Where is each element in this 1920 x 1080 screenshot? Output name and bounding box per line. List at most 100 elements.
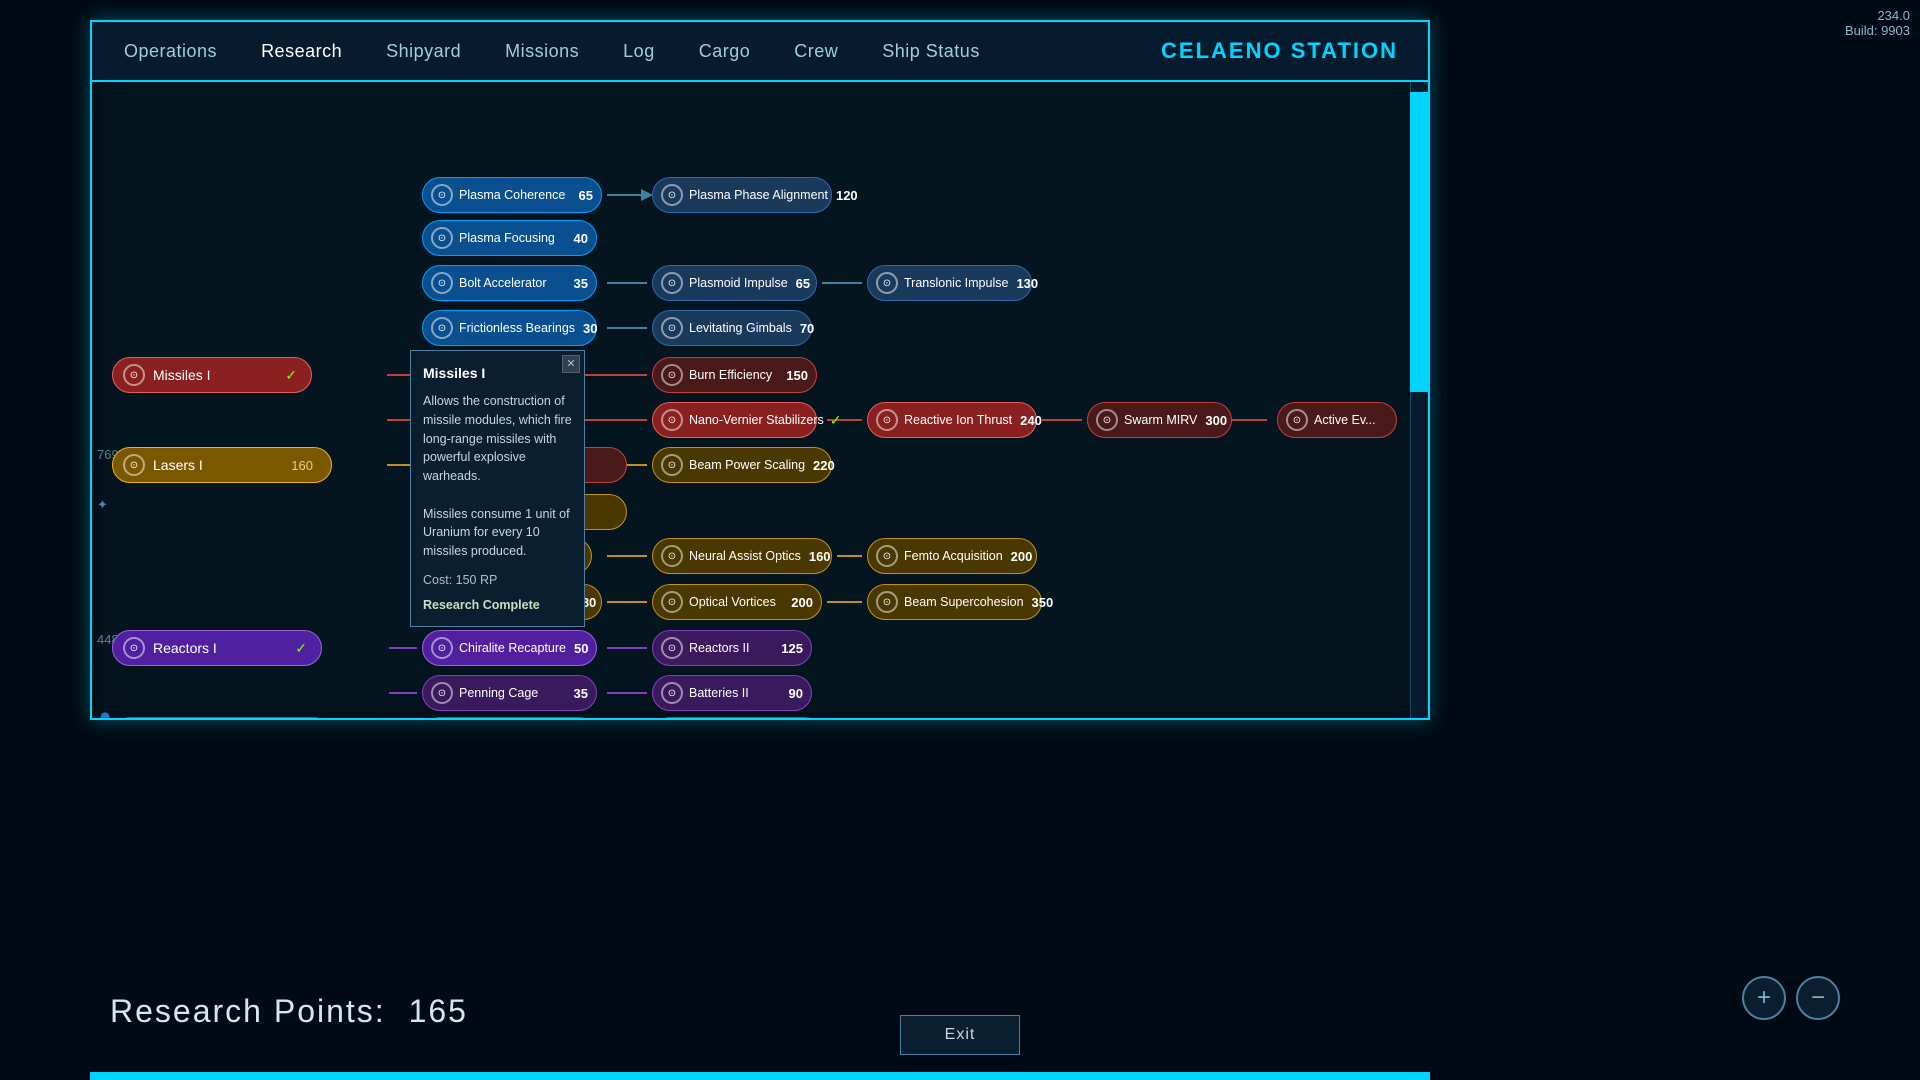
levitating-gimbals-label: Levitating Gimbals <box>689 321 792 335</box>
y-label-star: ✦ <box>97 497 108 513</box>
lasers-cost: 160 <box>291 458 321 473</box>
y-label-person: 👤 <box>97 712 113 718</box>
nav-research[interactable]: Research <box>239 33 364 70</box>
zoom-out-button[interactable]: − <box>1796 976 1840 1020</box>
plasma-focusing-icon: ⊙ <box>431 227 453 249</box>
active-ev-label: Active Ev... <box>1314 413 1388 427</box>
plasma-coherence-icon: ⊙ <box>431 184 453 206</box>
node-chiralite-recapture[interactable]: ⊙ Chiralite Recapture 50 <box>422 630 597 666</box>
nav-crew[interactable]: Crew <box>772 33 860 70</box>
optical-vortices-cost: 200 <box>791 595 813 610</box>
category-tractor[interactable]: ⊙ Tractor Beam Collimator 15 <box>112 717 332 718</box>
plasmoid-impulse-cost: 65 <box>796 276 810 291</box>
nav-shipyard[interactable]: Shipyard <box>364 33 483 70</box>
research-points-display: Research Points: 165 <box>110 993 468 1030</box>
batteries-ii-cost: 90 <box>789 686 803 701</box>
node-levitating-gimbals[interactable]: ⊙ Levitating Gimbals 70 <box>652 310 812 346</box>
build-display: Build: 9903 <box>1845 23 1910 38</box>
node-penning-cage[interactable]: ⊙ Penning Cage 35 <box>422 675 597 711</box>
node-active-ev[interactable]: ⊙ Active Ev... <box>1277 402 1397 438</box>
scroll-thumb[interactable] <box>1410 92 1428 392</box>
category-reactors[interactable]: ⊙ Reactors I ✓ <box>112 630 322 666</box>
zoom-in-button[interactable]: + <box>1742 976 1786 1020</box>
node-strange-attractors[interactable]: ⊙ Strange Attractors 35 <box>422 717 597 718</box>
node-plasma-focusing[interactable]: ⊙ Plasma Focusing 40 <box>422 220 597 256</box>
burn-efficiency-label: Burn Efficiency <box>689 368 778 382</box>
node-reactors-ii[interactable]: ⊙ Reactors II 125 <box>652 630 812 666</box>
plasma-coherence-cost: 65 <box>579 188 593 203</box>
node-burn-efficiency[interactable]: ⊙ Burn Efficiency 150 <box>652 357 817 393</box>
reactive-ion-thrust-label: Reactive Ion Thrust <box>904 413 1012 427</box>
tooltip-title: Missiles I <box>423 363 572 384</box>
tooltip-close-button[interactable]: ✕ <box>562 355 580 373</box>
beam-power-scaling-label: Beam Power Scaling <box>689 458 805 472</box>
nav-ship-status[interactable]: Ship Status <box>860 33 1002 70</box>
chiralite-recapture-label: Chiralite Recapture <box>459 641 566 655</box>
burn-efficiency-cost: 150 <box>786 368 808 383</box>
swarm-mirv-cost: 300 <box>1205 413 1227 428</box>
translonic-impulse-label: Translonic Impulse <box>904 276 1008 290</box>
node-batteries-ii[interactable]: ⊙ Batteries II 90 <box>652 675 812 711</box>
burn-efficiency-icon: ⊙ <box>661 364 683 386</box>
optical-vortices-icon: ⊙ <box>661 591 683 613</box>
plasma-focusing-label: Plasma Focusing <box>459 231 566 245</box>
femto-acquisition-cost: 200 <box>1011 549 1033 564</box>
plasma-phase-label: Plasma Phase Alignment <box>689 188 828 202</box>
category-lasers[interactable]: ⊙ Lasers I 160 <box>112 447 332 483</box>
swarm-mirv-label: Swarm MIRV <box>1124 413 1197 427</box>
node-translonic-impulse[interactable]: ⊙ Translonic Impulse 130 <box>867 265 1032 301</box>
node-frictionless-bearings[interactable]: ⊙ Frictionless Bearings 30 <box>422 310 597 346</box>
plasma-phase-cost: 120 <box>836 188 858 203</box>
node-optical-vortices[interactable]: ⊙ Optical Vortices 200 <box>652 584 822 620</box>
translonic-impulse-cost: 130 <box>1016 276 1038 291</box>
nano-vernier-label: Nano-Vernier Stabilizers <box>689 413 824 427</box>
levitating-gimbals-icon: ⊙ <box>661 317 683 339</box>
nav-missions[interactable]: Missions <box>483 33 601 70</box>
node-plasmoid-impulse[interactable]: ⊙ Plasmoid Impulse 65 <box>652 265 817 301</box>
reactors-icon: ⊙ <box>123 637 145 659</box>
frictionless-bearings-icon: ⊙ <box>431 317 453 339</box>
bolt-accelerator-icon: ⊙ <box>431 272 453 294</box>
nav-cargo[interactable]: Cargo <box>677 33 773 70</box>
station-title: CELAENO STATION <box>1161 38 1418 64</box>
plasma-coherence-label: Plasma Coherence <box>459 188 571 202</box>
reactors-label: Reactors I <box>153 640 217 656</box>
node-bolt-accelerator[interactable]: ⊙ Bolt Accelerator 35 <box>422 265 597 301</box>
beam-supercohesion-cost: 350 <box>1032 595 1054 610</box>
node-reactive-ion-thrust[interactable]: ⊙ Reactive Ion Thrust 240 <box>867 402 1037 438</box>
lasers-label: Lasers I <box>153 457 203 473</box>
nav-bar: Operations Research Shipyard Missions Lo… <box>92 22 1428 82</box>
neural-assist-optics-icon: ⊙ <box>661 545 683 567</box>
reactors-ii-cost: 125 <box>781 641 803 656</box>
reactors-ii-icon: ⊙ <box>661 637 683 659</box>
node-plasma-phase[interactable]: ⊙ Plasma Phase Alignment 120 <box>652 177 832 213</box>
reactive-ion-thrust-cost: 240 <box>1020 413 1042 428</box>
coords-display: 234.0 <box>1845 8 1910 23</box>
node-beam-power-scaling[interactable]: ⊙ Beam Power Scaling 220 <box>652 447 832 483</box>
tooltip-body1: Allows the construction of missile modul… <box>423 392 572 486</box>
tooltip-missiles-i: ✕ Missiles I Allows the construction of … <box>410 350 585 627</box>
tooltip-body2: Missiles consume 1 unit of Uranium for e… <box>423 505 572 561</box>
rp-label: Research Points: <box>110 993 386 1029</box>
node-femto-acquisition[interactable]: ⊙ Femto Acquisition 200 <box>867 538 1037 574</box>
tooltip-cost: Cost: 150 RP <box>423 571 572 590</box>
node-nano-vernier[interactable]: ⊙ Nano-Vernier Stabilizers ✓ <box>652 402 817 438</box>
node-neural-assist-optics[interactable]: ⊙ Neural Assist Optics 160 <box>652 538 832 574</box>
tree-container: 769 ✦ 448 👤 <box>92 82 1410 718</box>
reactive-ion-thrust-icon: ⊙ <box>876 409 898 431</box>
exit-button[interactable]: Exit <box>900 1015 1020 1055</box>
node-plasma-coherence[interactable]: ⊙ Plasma Coherence 65 <box>422 177 602 213</box>
main-panel: Operations Research Shipyard Missions Lo… <box>90 20 1430 720</box>
bolt-accelerator-label: Bolt Accelerator <box>459 276 566 290</box>
node-swarm-mirv[interactable]: ⊙ Swarm MIRV 300 <box>1087 402 1232 438</box>
node-beam-supercohesion[interactable]: ⊙ Beam Supercohesion 350 <box>867 584 1042 620</box>
plasmoid-impulse-label: Plasmoid Impulse <box>689 276 788 290</box>
nav-log[interactable]: Log <box>601 33 677 70</box>
scroll-bar[interactable] <box>1410 82 1428 718</box>
nav-operations[interactable]: Operations <box>102 33 239 70</box>
tooltip-status: Research Complete <box>423 596 572 615</box>
category-missiles[interactable]: ⊙ Missiles I ✓ <box>112 357 312 393</box>
node-extra-strong-force[interactable]: ⊙ Extra Strong Force 40 <box>652 717 822 718</box>
rp-value: 165 <box>409 993 468 1029</box>
beam-supercohesion-icon: ⊙ <box>876 591 898 613</box>
